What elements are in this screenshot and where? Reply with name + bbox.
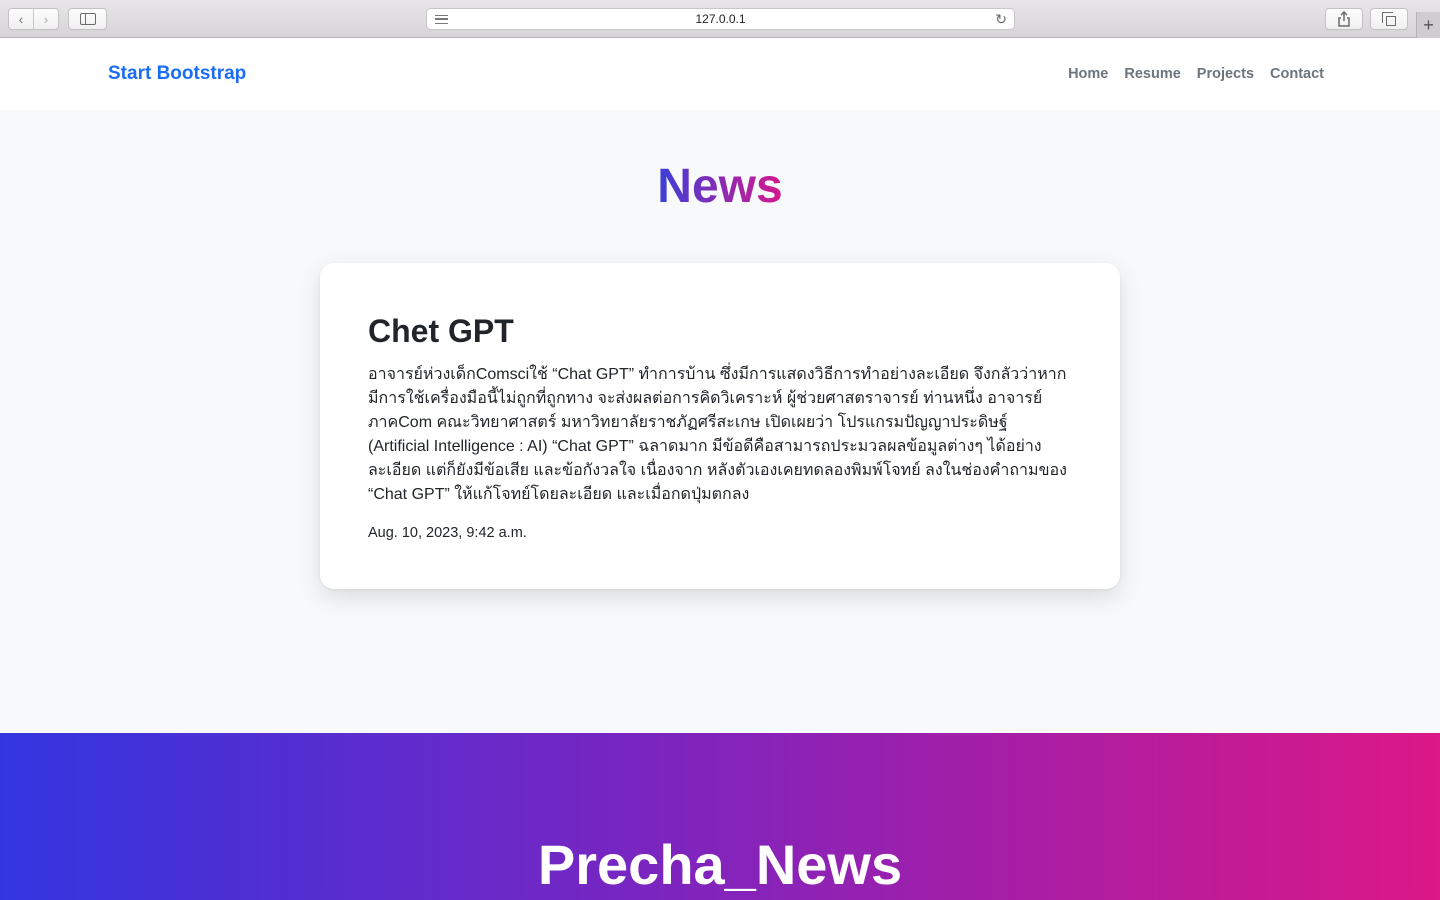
footer-banner: Precha_News (0, 733, 1440, 900)
new-tab-button[interactable]: + (1416, 12, 1440, 38)
brand-link[interactable]: Start Bootstrap (108, 63, 246, 85)
news-title: Chet GPT (368, 313, 514, 349)
share-icon (1338, 11, 1350, 27)
sidebar-icon (79, 13, 96, 25)
nav-link-projects[interactable]: Projects (1197, 66, 1254, 82)
nav-link-contact[interactable]: Contact (1270, 66, 1324, 82)
browser-toolbar: ‹ › 127.0.0.1 ↻ + (0, 0, 1440, 38)
plus-icon: + (1423, 14, 1434, 35)
nav-link-resume[interactable]: Resume (1124, 66, 1180, 82)
nav-links: Home Resume Projects Contact (1068, 66, 1324, 82)
share-button[interactable] (1325, 8, 1363, 30)
back-icon[interactable]: ‹ (9, 9, 33, 29)
site-navbar: Start Bootstrap Home Resume Projects Con… (0, 38, 1440, 110)
tab-overview-button[interactable] (1370, 8, 1408, 30)
reload-icon[interactable]: ↻ (995, 11, 1007, 28)
address-bar[interactable]: 127.0.0.1 ↻ (426, 8, 1015, 30)
nav-link-home[interactable]: Home (1068, 66, 1108, 82)
history-nav: ‹ › (8, 8, 59, 30)
tabs-icon (1381, 11, 1396, 26)
forward-icon[interactable]: › (33, 9, 58, 29)
sidebar-toggle-button[interactable] (68, 8, 107, 30)
reader-icon[interactable] (435, 15, 448, 24)
page-title: News (0, 158, 1440, 216)
news-date: Aug. 10, 2023, 9:42 a.m. (368, 525, 527, 541)
url-text: 127.0.0.1 (695, 12, 746, 26)
news-card: Chet GPT อาจารย์ห่วงเด็กComsciใช้ “Chat … (320, 263, 1120, 589)
page-title-text: News (657, 160, 783, 213)
footer-title: Precha_News (537, 833, 903, 896)
news-body: อาจารย์ห่วงเด็กComsciใช้ “Chat GPT” ทำกา… (368, 366, 1067, 503)
